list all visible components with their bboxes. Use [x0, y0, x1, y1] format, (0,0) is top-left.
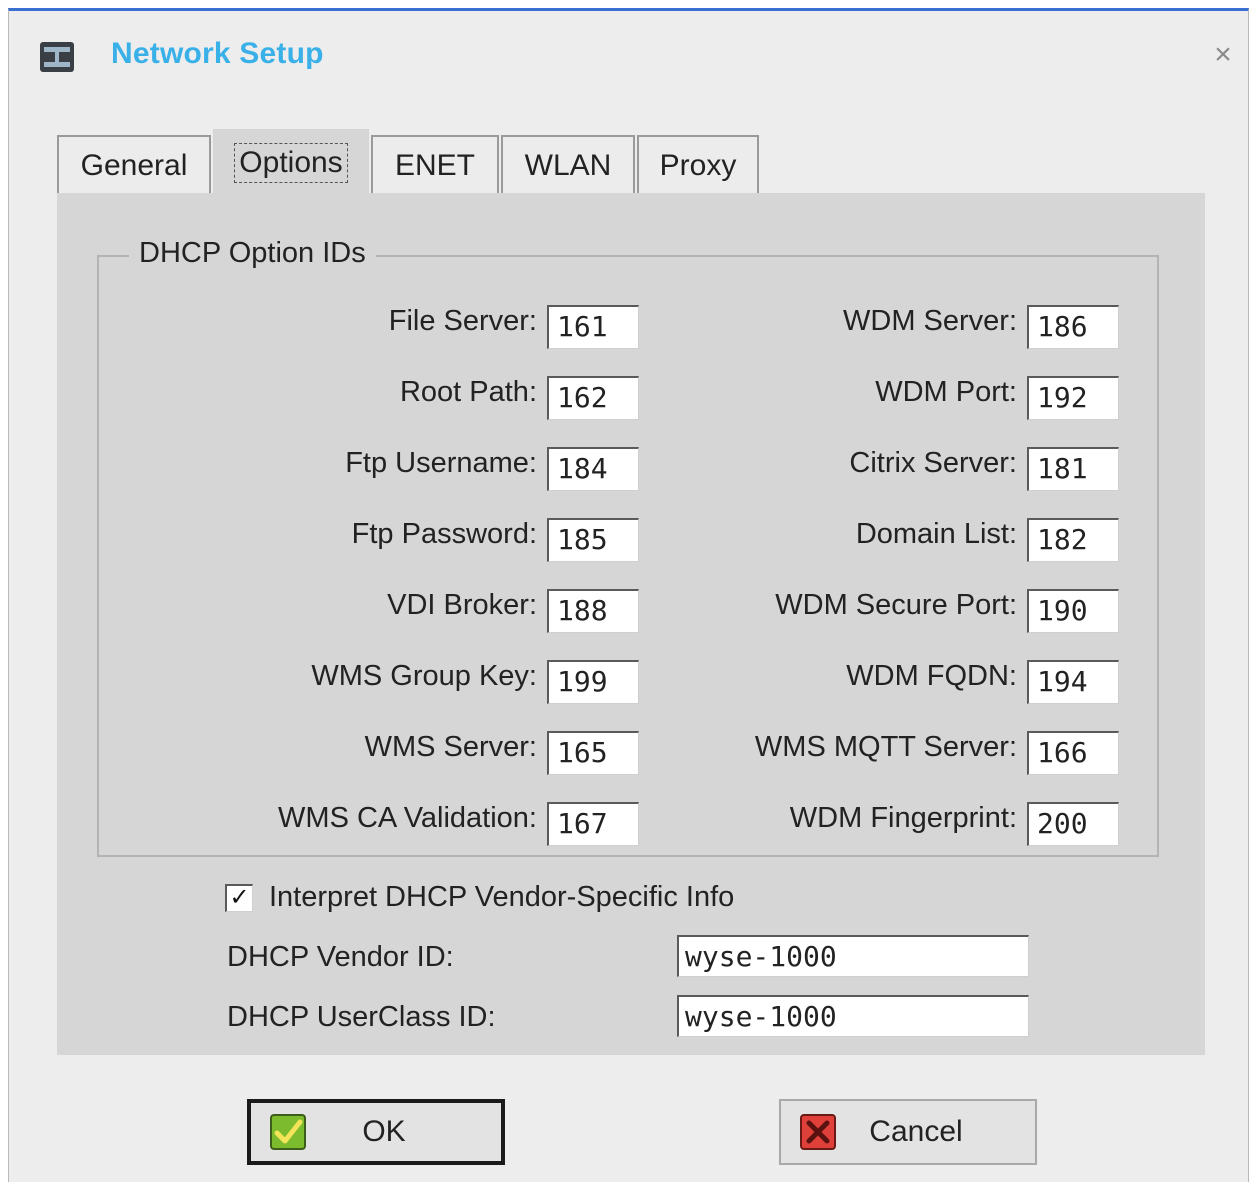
- wms-ca-validation-input[interactable]: 167: [547, 802, 639, 846]
- wms-ca-validation-label: WMS CA Validation:: [278, 802, 537, 834]
- wdm-fingerprint-label: WDM Fingerprint:: [789, 802, 1017, 834]
- wdm-secure-port-input[interactable]: 190: [1027, 589, 1119, 633]
- dhcp-option-ids-group: DHCP Option IDs File Server: 161 Root Pa…: [97, 237, 1159, 857]
- userclass-id-label: DHCP UserClass ID:: [227, 1001, 496, 1033]
- domain-list-input[interactable]: 182: [1027, 518, 1119, 562]
- wdm-secure-port-label: WDM Secure Port:: [775, 589, 1017, 621]
- vendor-specific-row: ✓ Interpret DHCP Vendor-Specific Info: [225, 881, 734, 914]
- wms-group-key-label: WMS Group Key:: [311, 660, 537, 692]
- ftp-password-input[interactable]: 185: [547, 518, 639, 562]
- domain-list-label: Domain List:: [855, 518, 1017, 550]
- file-server-label: File Server:: [388, 305, 537, 337]
- wdm-fqdn-input[interactable]: 194: [1027, 660, 1119, 704]
- ftp-password-label: Ftp Password:: [351, 518, 537, 550]
- tab-proxy[interactable]: Proxy: [637, 135, 759, 195]
- wms-mqtt-server-label: WMS MQTT Server:: [754, 731, 1017, 763]
- wdm-fingerprint-input[interactable]: 200: [1027, 802, 1119, 846]
- network-setup-dialog: Network Setup × General Options ENET WLA…: [8, 8, 1249, 1182]
- wdm-port-label: WDM Port:: [875, 376, 1017, 408]
- tab-wlan[interactable]: WLAN: [501, 135, 635, 195]
- vdi-broker-input[interactable]: 188: [547, 589, 639, 633]
- ok-label: OK: [362, 1115, 406, 1148]
- root-path-input[interactable]: 162: [547, 376, 639, 420]
- ftp-username-label: Ftp Username:: [345, 447, 537, 479]
- wdm-server-input[interactable]: 186: [1027, 305, 1119, 349]
- wdm-server-label: WDM Server:: [843, 305, 1017, 337]
- wms-group-key-input[interactable]: 199: [547, 660, 639, 704]
- citrix-server-label: Citrix Server:: [849, 447, 1017, 479]
- citrix-server-input[interactable]: 181: [1027, 447, 1119, 491]
- wdm-port-input[interactable]: 192: [1027, 376, 1119, 420]
- close-icon[interactable]: ×: [1209, 40, 1237, 70]
- file-server-input[interactable]: 161: [547, 305, 639, 349]
- ftp-username-input[interactable]: 184: [547, 447, 639, 491]
- tab-proxy-label: Proxy: [659, 149, 737, 182]
- vendor-id-label: DHCP Vendor ID:: [227, 941, 454, 973]
- tab-enet-label: ENET: [394, 149, 475, 182]
- wdm-fqdn-label: WDM FQDN:: [846, 660, 1017, 692]
- vendor-specific-checkbox[interactable]: ✓: [225, 883, 253, 912]
- userclass-id-input[interactable]: wyse-1000: [677, 995, 1029, 1037]
- tab-general[interactable]: General: [57, 135, 211, 195]
- dialog-title: Network Setup: [111, 37, 324, 70]
- checkmark-icon: [270, 1114, 306, 1150]
- ok-button[interactable]: OK: [247, 1099, 505, 1165]
- tab-general-label: General: [80, 149, 188, 182]
- wms-mqtt-server-input[interactable]: 166: [1027, 731, 1119, 775]
- root-path-label: Root Path:: [399, 376, 537, 408]
- tab-options-label: Options: [234, 143, 348, 183]
- vendor-specific-label[interactable]: Interpret DHCP Vendor-Specific Info: [269, 881, 734, 914]
- cancel-label: Cancel: [869, 1115, 963, 1148]
- wms-server-label: WMS Server:: [364, 731, 537, 763]
- wms-server-input[interactable]: 165: [547, 731, 639, 775]
- tab-enet[interactable]: ENET: [371, 135, 499, 195]
- options-panel: DHCP Option IDs File Server: 161 Root Pa…: [57, 193, 1205, 1055]
- network-icon: [40, 42, 74, 72]
- x-icon: [800, 1114, 836, 1150]
- tab-wlan-label: WLAN: [524, 149, 612, 182]
- vendor-id-input[interactable]: wyse-1000: [677, 935, 1029, 977]
- group-legend: DHCP Option IDs: [129, 237, 376, 270]
- cancel-button[interactable]: Cancel: [779, 1099, 1037, 1165]
- tab-options[interactable]: Options: [213, 129, 369, 195]
- vdi-broker-label: VDI Broker:: [387, 589, 537, 621]
